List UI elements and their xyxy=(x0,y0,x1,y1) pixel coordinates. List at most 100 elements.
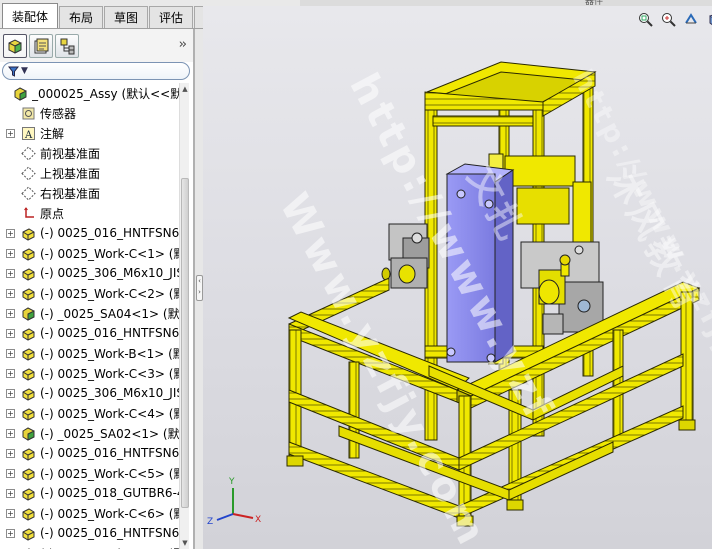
triad-x-label: X xyxy=(255,515,261,525)
tree-item[interactable]: + (-) 0025_016_HNTFSN6- xyxy=(0,523,180,543)
assembly-icon xyxy=(13,86,28,101)
tree-item[interactable]: + (-) 0025_Work-C<6> (默 xyxy=(0,503,180,523)
tree-item-label: (-) 0025_Work-C<1> (默 xyxy=(40,246,180,261)
part-icon xyxy=(21,446,36,461)
tab-2[interactable]: 草图 xyxy=(104,6,149,28)
tree-item[interactable]: 前视基准面 xyxy=(0,143,180,163)
tree-item-label: 上视基准面 xyxy=(40,166,101,181)
tree-expander-icon[interactable]: + xyxy=(6,448,15,458)
tree-expander-icon[interactable]: + xyxy=(6,328,15,338)
part-icon xyxy=(21,266,36,281)
heads-up-view-toolbar xyxy=(638,12,712,27)
blue-block xyxy=(445,163,515,363)
tree-item[interactable]: + (-) _0025_SA02<1> (默认 xyxy=(0,423,180,443)
feature-tree-icon[interactable] xyxy=(3,33,27,58)
assembly-model: Y X Z xyxy=(207,61,701,527)
tree-expander-icon[interactable]: + xyxy=(6,308,15,318)
part-icon xyxy=(21,366,36,381)
tree-item-label: (-) 0025_Work-C<2> (默 xyxy=(40,286,180,301)
section-view-icon[interactable] xyxy=(707,12,712,27)
subassembly-icon xyxy=(21,306,36,321)
tree-expander-icon[interactable]: + xyxy=(6,348,15,358)
tab-3[interactable]: 评估 xyxy=(149,6,194,28)
part-icon xyxy=(21,246,36,261)
tree-expander-icon[interactable]: + xyxy=(6,128,15,138)
tree-item[interactable]: 传感器 xyxy=(0,103,180,123)
feature-manager-panel: ›› ▼ _000025_Assy (默认<<默认 传感器 + A 注解 前视基准面 上视基… xyxy=(0,29,194,549)
tree-filter-bar[interactable]: ▼ xyxy=(2,62,190,80)
tree-item[interactable]: + (-) 0025_016_HNTFSN6- xyxy=(0,223,180,243)
tree-expander-icon[interactable]: + xyxy=(6,508,15,518)
tree-item-label: (-) 0025_016_HNTFSN6- xyxy=(40,526,180,540)
tree-item[interactable]: + (-) 0025_306_M6x10_JIS xyxy=(0,263,180,283)
tree-item[interactable]: 原点 xyxy=(0,203,180,223)
tree-item-label: (-) 0025_Work-A<1> (默 xyxy=(40,545,180,549)
tree-item-label: (-) 0025_Work-C<6> (默 xyxy=(40,506,180,521)
configuration-manager-icon[interactable] xyxy=(55,33,79,58)
tree-item-label: (-) 0025_306_M6x10_JIS xyxy=(40,386,180,400)
tree-item-label: 右视基准面 xyxy=(40,186,101,201)
tree-item[interactable]: + (-) 0025_Work-C<4> (默 xyxy=(0,403,180,423)
tree-item-label: _000025_Assy (默认<<默认 xyxy=(32,86,180,101)
tree-expander-icon[interactable]: + xyxy=(6,408,15,418)
tree-item-label: (-) _0025_SA02<1> (默认 xyxy=(40,426,180,441)
subassembly-icon xyxy=(21,426,36,441)
splitter-grip-icon[interactable]: ‹ › xyxy=(196,275,203,301)
tree-expander-icon[interactable]: + xyxy=(6,488,15,498)
scroll-thumb[interactable] xyxy=(181,178,189,508)
part-icon xyxy=(21,346,36,361)
tree-item[interactable]: 上视基准面 xyxy=(0,163,180,183)
tree-item-label: (-) 0025_306_M6x10_JIS xyxy=(40,266,180,280)
coordinate-triad: Y X Z xyxy=(207,477,261,527)
part-icon xyxy=(21,526,36,541)
tree-expander-icon[interactable]: + xyxy=(6,248,15,258)
tree-item[interactable]: + (-) 0025_016_HNTFSN6- xyxy=(0,443,180,463)
tree-item[interactable]: + (-) 0025_Work-C<3> (默 xyxy=(0,363,180,383)
part-icon xyxy=(21,326,36,341)
tree-item[interactable]: + (-) 0025_Work-C<1> (默 xyxy=(0,243,180,263)
tree-expander-icon[interactable]: + xyxy=(6,428,15,438)
property-manager-icon[interactable] xyxy=(29,33,53,58)
previous-view-icon[interactable] xyxy=(684,12,699,27)
tree-item[interactable]: + (-) 0025_Work-B<1> (默 xyxy=(0,343,180,363)
scroll-down-icon[interactable]: ▼ xyxy=(180,537,190,549)
scroll-up-icon[interactable]: ▲ xyxy=(180,83,190,95)
tree-expander-icon[interactable]: + xyxy=(6,528,15,538)
tree-expander-icon[interactable]: + xyxy=(6,468,15,478)
filter-icon xyxy=(8,66,19,77)
plane-icon xyxy=(21,165,36,181)
tree-item[interactable]: +(-) 0025_Work-A<1> (默 xyxy=(0,543,180,549)
zoom-to-area-icon[interactable] xyxy=(661,12,676,27)
zoom-to-fit-icon[interactable] xyxy=(638,12,653,27)
tree-item-label: (-) 0025_Work-B<1> (默 xyxy=(40,346,180,361)
tree-item[interactable]: + (-) 0025_Work-C<5> (默 xyxy=(0,463,180,483)
plane-icon xyxy=(21,145,36,161)
tab-1[interactable]: 布局 xyxy=(59,6,104,28)
tree-item[interactable]: _000025_Assy (默认<<默认 xyxy=(0,83,180,103)
tree-item[interactable]: + (-) _0025_SA04<1> (默认 xyxy=(0,303,180,323)
tree-item[interactable]: 右视基准面 xyxy=(0,183,180,203)
part-icon xyxy=(21,286,36,301)
tree-expander-icon[interactable]: + xyxy=(6,288,15,298)
tree-expander-icon[interactable]: + xyxy=(6,228,15,238)
origin-icon xyxy=(21,206,36,221)
triad-z-label: Z xyxy=(207,517,213,527)
graphics-viewport[interactable]: Y X Z http://www.yzf 文扎 Www.yzfjy.com ht… xyxy=(203,6,712,549)
tree-item-label: (-) 0025_016_HNTFSN6- xyxy=(40,446,180,460)
tree-expander-icon[interactable]: + xyxy=(6,388,15,398)
tree-item[interactable]: + (-) 0025_Work-C<2> (默 xyxy=(0,283,180,303)
tree-expander-icon[interactable]: + xyxy=(6,268,15,278)
tree-item[interactable]: + A 注解 xyxy=(0,123,180,143)
tree-expander-icon[interactable]: + xyxy=(6,368,15,378)
filter-dropdown-icon: ▼ xyxy=(21,66,28,76)
tree-item[interactable]: + (-) 0025_018_GUTBR6-4 xyxy=(0,483,180,503)
panel-splitter[interactable]: ‹ › xyxy=(194,29,203,549)
tree-item[interactable]: + (-) 0025_306_M6x10_JIS xyxy=(0,383,180,403)
tab-0[interactable]: 装配体 xyxy=(2,3,59,28)
part-icon xyxy=(21,406,36,421)
tree-item-label: 原点 xyxy=(40,206,65,221)
annotation-icon: A xyxy=(21,126,36,141)
tree-item[interactable]: + (-) 0025_016_HNTFSN6- xyxy=(0,323,180,343)
tree-scrollbar[interactable]: ▲ ▼ xyxy=(179,83,189,549)
panel-collapse-chevron-icon[interactable]: ›› xyxy=(179,37,188,52)
